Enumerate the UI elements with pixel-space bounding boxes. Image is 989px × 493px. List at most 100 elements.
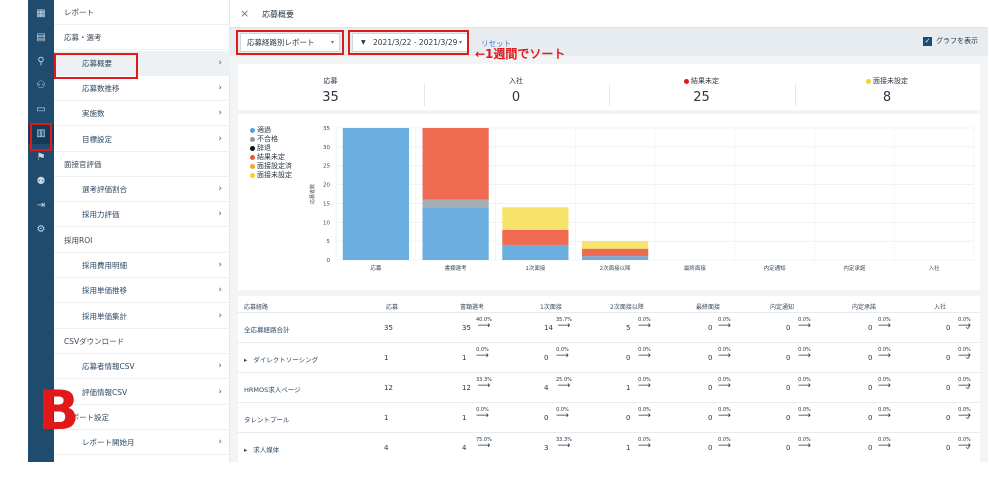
cell-value: 1 (626, 384, 631, 392)
checkbox-icon[interactable]: ✓ (923, 36, 932, 46)
gear-icon[interactable]: ⚙ (28, 220, 54, 240)
sidebar-item-label: 採用費用明細 (82, 261, 127, 270)
sidebar-item: レポート (54, 0, 230, 25)
sidebar-item[interactable]: 採用力評価 › (54, 202, 230, 228)
sidebar-item[interactable]: 評価情報CSV › (54, 380, 230, 405)
conversion-rate: 0.0% ⟶ (878, 347, 891, 361)
user-add-icon[interactable]: ⚇ (28, 76, 54, 96)
table-row[interactable]: ▸ 求人媒体 4 4 3 1 0 0 0 0 75.0% ⟶ 33.3% ⟶ 0.0% ⟶ 0.0% ⟶ 0.0% ⟶… (238, 432, 980, 462)
conversion-rate: 0.0% ⟶ (878, 437, 891, 451)
cell-value: 0 (946, 324, 951, 332)
row-name[interactable]: ▸ 求人媒体 (244, 444, 279, 454)
dashboard-icon[interactable]: ▦ (28, 4, 54, 24)
cell-value: 0 (868, 414, 873, 422)
arrow-right-icon: ⟶ (878, 441, 891, 451)
table-row[interactable]: タレントプール 1 1 0 0 0 0 0 0 0.0% ⟶ 0.0% ⟶ 0.0% ⟶ 0.0% ⟶ 0.0% ⟶… (238, 402, 980, 432)
sidebar-item[interactable]: 目標設定 › (54, 127, 230, 152)
conversion-rate: 0.0% ⟶ (556, 407, 569, 421)
cell-value: 0 (708, 414, 713, 422)
cell-value: 0 (708, 324, 713, 332)
chevron-down-icon[interactable]: ⌄ (964, 442, 972, 452)
briefcase-icon[interactable]: ▭ (28, 100, 54, 120)
sidebar-item[interactable]: 実施数 › (54, 101, 230, 127)
arrow-right-icon: ⟶ (798, 411, 811, 421)
conversion-rate: 33.3% ⟶ (476, 377, 492, 391)
column-header: 最終面接 (696, 304, 721, 311)
cell-value: 0 (708, 354, 713, 362)
sidebar-item-label: 採用単価集計 (82, 311, 127, 321)
sidebar-item[interactable]: 採用単価推移 › (54, 278, 230, 304)
close-icon[interactable]: × (240, 7, 249, 20)
highlight-box-sidebar (54, 53, 138, 79)
chart-card: 適過 不合格 辞退 結果未定 面接設定済 面接未設定 0 5 10 15 20 25 30 35 応募者数… (238, 114, 980, 290)
sidebar-item[interactable]: 採用単価集計 › (54, 304, 230, 329)
arrow-right-icon: ⟶ (878, 411, 891, 421)
conversion-rate: 0.0% ⟶ (798, 317, 811, 331)
table-row[interactable]: HRMOS求人ページ 12 12 4 1 0 0 0 0 33.3% ⟶ 25.0% ⟶ 0.0% ⟶ 0.0… (238, 372, 980, 402)
chevron-right-icon: › (218, 82, 222, 93)
highlight-box-date-range (348, 30, 469, 55)
y-tick-label: 5 (327, 239, 331, 245)
expand-arrow-icon[interactable]: ▸ (244, 356, 247, 364)
row-name[interactable]: ▸ ダイレクトソーシング (244, 354, 318, 364)
sidebar-item[interactable]: 応募数推移 › (54, 76, 230, 101)
cell-value: 1 (462, 354, 467, 362)
summary-value: 25 (693, 90, 710, 105)
cell-value: 0 (708, 384, 713, 392)
conversion-rate: 40.0% ⟶ (476, 317, 492, 331)
arrow-right-icon: ⟶ (878, 351, 891, 361)
show-graph-toggle[interactable]: ✓ グラフを表示 (923, 36, 978, 46)
team-icon[interactable]: ⚉ (28, 172, 54, 192)
arrow-right-icon: ⟶ (476, 411, 489, 421)
sidebar-item-label: 選考評価割合 (82, 185, 127, 195)
sidebar-item[interactable]: レポート開始月 › (54, 430, 230, 456)
search-icon[interactable]: ⚲ (28, 52, 54, 72)
summary-label: 面接未設定 (795, 76, 980, 86)
chevron-down-icon[interactable]: ⌄ (964, 412, 972, 422)
summary-panel: 応募 35 入社 0 結果未定 25 面接未設定 8 (238, 64, 980, 110)
conversion-rate: 0.0% ⟶ (638, 317, 651, 331)
bar-segment (582, 256, 649, 260)
row-name[interactable]: 全応募経路合計 (244, 324, 290, 334)
megaphone-icon[interactable]: ⚑ (28, 148, 54, 168)
chevron-down-icon[interactable]: ⌄ (964, 322, 972, 332)
arrow-right-icon: ⟶ (477, 441, 491, 451)
chevron-right-icon: › (218, 108, 222, 119)
summary-metric: 応募 35 (238, 64, 423, 110)
arrow-right-icon: ⟶ (798, 321, 811, 331)
cell-value: 0 (946, 354, 951, 362)
cell-value: 0 (946, 384, 951, 392)
cell-value: 35 (384, 324, 393, 332)
sidebar-item[interactable]: 採用費用明細 › (54, 253, 230, 278)
conversion-rate: 0.0% ⟶ (798, 347, 811, 361)
divider (423, 84, 425, 106)
sidebar-item[interactable]: 選考評価割合 › (54, 177, 230, 203)
chevron-right-icon: › (218, 386, 222, 397)
chevron-down-icon[interactable]: ⌄ (964, 382, 972, 392)
row-name[interactable]: HRMOS求人ページ (244, 384, 301, 394)
document-icon[interactable]: ▤ (28, 28, 54, 48)
export-icon[interactable]: ⇥ (28, 196, 54, 216)
sidebar-item: CSVダウンロード (54, 329, 230, 354)
y-tick-label: 10 (323, 220, 330, 226)
cell-value: 5 (626, 324, 631, 332)
conversion-rate: 0.0% ⟶ (718, 407, 731, 421)
chevron-right-icon: › (218, 361, 222, 372)
sidebar-item-label: 目標設定 (82, 134, 112, 144)
arrow-right-icon: ⟶ (718, 321, 731, 331)
table-row[interactable]: 全応募経路合計 35 35 14 5 0 0 0 0 40.0% ⟶ 35.7% ⟶ 0.0% ⟶ 0.0% ⟶… (238, 312, 980, 342)
row-name[interactable]: タレントプール (244, 414, 290, 424)
overlay-letter: B (38, 379, 80, 442)
cell-value: 0 (786, 354, 791, 362)
table-row[interactable]: ▸ ダイレクトソーシング 1 1 0 0 0 0 0 0 0.0% ⟶ 0.0% ⟶ 0.0% ⟶ 0.0% ⟶ 0… (238, 342, 980, 372)
expand-arrow-icon[interactable]: ▸ (244, 446, 247, 454)
sidebar-item[interactable]: 応募者情報CSV › (54, 354, 230, 380)
cell-value: 3 (544, 444, 549, 452)
row-name-text: ダイレクトソーシング (253, 356, 319, 364)
sidebar-item-label: レポート (64, 8, 94, 17)
show-graph-label: グラフを表示 (936, 37, 978, 45)
conversion-rate: 0.0% ⟶ (556, 347, 569, 361)
annotation-text: ←1週間でソート (475, 47, 566, 61)
cell-value: 0 (626, 354, 631, 362)
chevron-down-icon[interactable]: ⌄ (964, 352, 972, 362)
